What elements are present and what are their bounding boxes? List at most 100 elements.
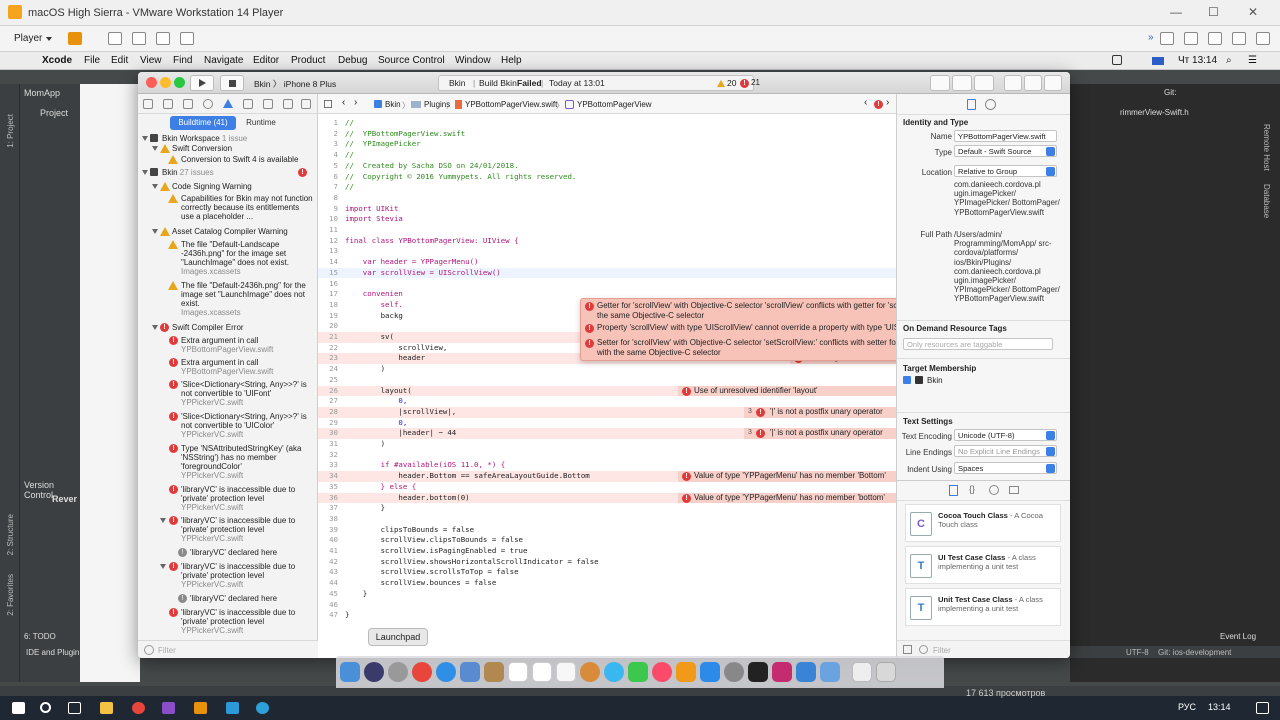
open-file-tab[interactable]: rimmerView-Swift.h <box>1120 108 1189 117</box>
folder-icon[interactable] <box>820 662 840 682</box>
grid-view-icon[interactable] <box>903 645 912 654</box>
inline-error-annotation[interactable]: 3! '|' is not a postfix unary operator <box>744 428 896 439</box>
code-line[interactable]: 15 var scrollView = UIScrollView() <box>318 267 896 279</box>
itunes-icon[interactable] <box>652 662 672 682</box>
event-log-button[interactable]: Event Log <box>1220 632 1256 641</box>
code-line[interactable]: 8 <box>318 193 896 204</box>
inline-error-annotation[interactable]: ! Value of type 'YPPagerMenu' has no memb… <box>678 471 896 482</box>
database-tab[interactable]: Database <box>1262 184 1271 218</box>
menu-debug[interactable]: Debug <box>338 55 367 66</box>
menu-app[interactable]: Xcode <box>42 55 72 66</box>
menu-editor[interactable]: Editor <box>253 55 279 66</box>
template-item[interactable]: T UI Test Case Class - A class implement… <box>905 546 1061 584</box>
report-navigator-icon[interactable] <box>301 99 311 109</box>
code-line[interactable]: 33 if #available(iOS 11.0, *) { <box>318 460 896 471</box>
disclosure-triangle-icon[interactable] <box>142 136 148 141</box>
task-view-icon[interactable] <box>68 702 81 714</box>
ibooks-icon[interactable] <box>676 662 696 682</box>
code-line[interactable]: 16 <box>318 279 896 290</box>
disclosure-triangle-icon[interactable] <box>160 518 166 523</box>
code-line[interactable]: 46 <box>318 600 896 611</box>
explorer-icon[interactable] <box>100 702 113 714</box>
toggle-debug-button[interactable] <box>1024 75 1042 91</box>
system-clock[interactable]: 13:14 <box>1208 702 1231 712</box>
breadcrumb-project[interactable]: Bkin <box>385 100 401 109</box>
close-window-icon[interactable] <box>146 77 157 88</box>
code-line[interactable]: 1 // <box>318 118 896 129</box>
favorites-side-tab[interactable]: 2: Favorites <box>6 574 15 616</box>
menu-edit[interactable]: Edit <box>111 55 128 66</box>
code-line[interactable]: 24 ) <box>318 364 896 375</box>
siri-icon[interactable] <box>364 662 384 682</box>
project-navigator-icon[interactable] <box>143 99 153 109</box>
code-line[interactable]: 2 // YPBottomPagerView.swift <box>318 129 896 140</box>
zoom-window-icon[interactable] <box>174 77 185 88</box>
search-icon[interactable] <box>40 702 51 713</box>
minimize-window-icon[interactable] <box>160 77 171 88</box>
xcode-icon[interactable] <box>796 662 816 682</box>
code-line[interactable]: 47} <box>318 610 896 621</box>
code-line[interactable]: 5 // Created by Sacha DSO on 24/01/2018. <box>318 161 896 172</box>
code-line[interactable]: 14 var header = YPPagerMenu() <box>318 257 896 268</box>
terminal-icon[interactable] <box>748 662 768 682</box>
breadcrumb-file[interactable]: YPBottomPagerView.swift <box>465 100 557 109</box>
maximize-icon[interactable]: ☐ <box>1208 5 1219 19</box>
menu-window[interactable]: Window <box>455 55 491 66</box>
location-select[interactable]: Relative to Group <box>954 165 1057 177</box>
forward-icon[interactable]: › <box>354 97 357 108</box>
toggle-inspector-button[interactable] <box>1044 75 1062 91</box>
code-line[interactable]: 38 <box>318 514 896 525</box>
usb-icon[interactable] <box>1208 32 1222 45</box>
menu-help[interactable]: Help <box>501 55 522 66</box>
target-checkbox[interactable] <box>903 376 911 384</box>
menu-view[interactable]: View <box>140 55 162 66</box>
vmware-taskbar-icon[interactable] <box>194 702 207 714</box>
menu-file[interactable]: File <box>84 55 100 66</box>
toggle-navigator-button[interactable] <box>1004 75 1022 91</box>
template-item[interactable]: C Cocoa Touch Class - A Cocoa Touch clas… <box>905 504 1061 542</box>
code-line[interactable]: 25 <box>318 375 896 386</box>
windows-start-icon[interactable] <box>12 702 25 714</box>
search-icon[interactable]: ⌕ <box>1226 55 1232 66</box>
inline-error-annotation[interactable]: 3! '|' is not a postfix unary operator <box>744 406 896 418</box>
send-keys-icon[interactable] <box>108 32 122 45</box>
menu-product[interactable]: Product <box>291 55 325 66</box>
sound-icon[interactable] <box>1232 32 1246 45</box>
text-encoding-select[interactable]: Unicode (UTF-8) <box>954 429 1057 441</box>
disclosure-triangle-icon[interactable] <box>152 184 158 189</box>
structure-side-tab[interactable]: 2: Structure <box>6 514 15 555</box>
standard-editor-button[interactable] <box>930 75 950 91</box>
disclosure-triangle-icon[interactable] <box>152 146 158 151</box>
back-icon[interactable]: ‹ <box>342 97 345 108</box>
chrome-icon[interactable] <box>412 662 432 682</box>
error-count[interactable]: 21 <box>751 76 760 90</box>
code-area[interactable]: 1 // 2 // YPBottomPagerView.swift 3 // YPImag… <box>318 114 896 658</box>
code-line[interactable]: 12 final class YPBottomPagerView: UIView … <box>318 236 896 247</box>
inline-error-annotation[interactable]: ! Use of unresolved identifier 'layout' <box>678 385 896 397</box>
object-library-icon[interactable] <box>989 485 999 495</box>
odr-tags-field[interactable]: Only resources are taggable <box>903 338 1053 350</box>
trash-icon[interactable] <box>876 662 896 682</box>
skype-icon[interactable] <box>226 702 239 714</box>
git-branch-status[interactable]: Git: ios-development <box>1158 648 1231 657</box>
contacts-icon[interactable] <box>484 662 504 682</box>
notes-icon[interactable] <box>532 662 552 682</box>
code-line[interactable]: 29 0, <box>318 418 896 429</box>
library-icon[interactable] <box>180 32 194 45</box>
chrome-icon[interactable] <box>132 702 145 714</box>
code-line[interactable]: 39 clipsToBounds = false <box>318 525 896 536</box>
code-line[interactable]: 44 scrollView.bounces = false <box>318 578 896 589</box>
issue-navigator-icon[interactable] <box>223 99 233 108</box>
double-chevron-icon[interactable]: » <box>1148 32 1154 43</box>
menu-find[interactable]: Find <box>173 55 192 66</box>
code-line[interactable]: 40 scrollView.clipsToBounds = false <box>318 535 896 546</box>
disclosure-triangle-icon[interactable] <box>152 229 158 234</box>
warning-count[interactable]: 20 <box>727 76 736 90</box>
mail-icon[interactable] <box>460 662 480 682</box>
disclosure-triangle-icon[interactable] <box>152 325 158 330</box>
file-template-icon[interactable] <box>949 485 958 496</box>
fullscreen-icon[interactable] <box>156 32 170 45</box>
code-line[interactable]: 13 <box>318 246 896 257</box>
code-line[interactable]: 10 import Stevia <box>318 214 896 225</box>
code-line[interactable]: 3 // YPImagePicker <box>318 139 896 150</box>
